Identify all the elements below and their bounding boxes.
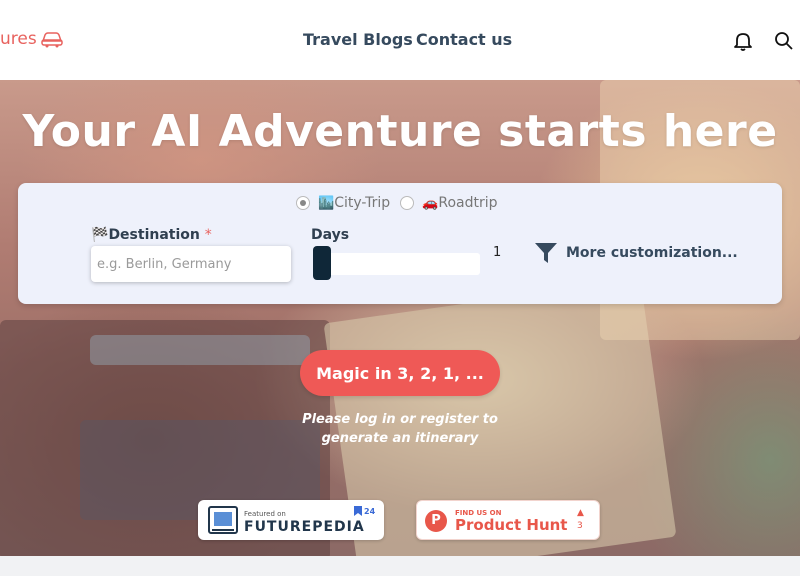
hero-title: Your AI Adventure starts here <box>22 106 778 157</box>
footer-strip <box>0 556 800 576</box>
login-note-line1: Please log in or register to <box>302 412 498 427</box>
city-trip-label[interactable]: 🏙️City-Trip <box>318 195 390 211</box>
futurepedia-logo-icon <box>208 506 238 534</box>
checkered-flag-icon: 🏁 <box>91 227 109 243</box>
destination-label: 🏁Destination * <box>91 227 212 243</box>
logo-text: ures <box>0 29 37 49</box>
car-logo-icon <box>40 32 63 48</box>
trip-type-selector: 🏙️City-Trip 🚗Roadtrip <box>296 195 508 211</box>
futurepedia-name: FUTUREPEDIA <box>244 519 365 535</box>
nav-contact-us[interactable]: Contact us <box>416 30 512 49</box>
required-mark: * <box>204 227 212 243</box>
site-header: ures Travel Blogs Contact us <box>0 0 800 80</box>
site-logo[interactable]: ures <box>0 29 64 49</box>
login-note: Please log in or register to generate an… <box>250 410 550 448</box>
producthunt-badge[interactable]: P FIND US ON Product Hunt ▲ 3 <box>416 500 600 540</box>
days-label: Days <box>311 227 350 243</box>
radio-city-trip[interactable] <box>296 196 310 210</box>
producthunt-name: Product Hunt <box>455 516 568 534</box>
days-slider-thumb[interactable] <box>313 246 331 280</box>
bell-icon[interactable] <box>732 30 754 52</box>
days-value: 1 <box>493 245 502 260</box>
city-icon: 🏙️ <box>318 196 335 211</box>
hero-section: Your AI Adventure starts here 🏙️City-Tri… <box>0 80 800 556</box>
bookmark-icon <box>354 506 362 516</box>
hero-background-detail <box>90 335 310 365</box>
more-customization-label: More customization... <box>566 245 738 261</box>
nav-travel-blogs[interactable]: Travel Blogs <box>303 30 413 49</box>
producthunt-logo-icon: P <box>425 510 447 532</box>
car-icon: 🚗 <box>422 196 439 211</box>
producthunt-count: 3 <box>577 521 583 531</box>
roadtrip-text: Roadtrip <box>438 195 498 211</box>
destination-input[interactable] <box>91 246 291 282</box>
upvote-arrow-icon: ▲ <box>577 508 584 518</box>
filter-icon <box>535 243 557 263</box>
futurepedia-featured-text: Featured on <box>244 510 286 518</box>
city-trip-text: City-Trip <box>334 195 391 211</box>
destination-label-text: Destination <box>108 227 200 243</box>
login-note-line2: generate an itinerary <box>321 431 479 446</box>
days-slider-track[interactable] <box>314 253 480 275</box>
search-icon[interactable] <box>773 30 795 52</box>
trip-form-panel: 🏙️City-Trip 🚗Roadtrip 🏁Destination * Day… <box>18 183 782 304</box>
futurepedia-badge[interactable]: Featured on FUTUREPEDIA 24 <box>198 500 384 540</box>
futurepedia-count: 24 <box>364 507 376 516</box>
magic-generate-button[interactable]: Magic in 3, 2, 1, ... <box>300 350 500 396</box>
roadtrip-label[interactable]: 🚗Roadtrip <box>422 195 497 211</box>
radio-roadtrip[interactable] <box>400 196 415 210</box>
more-customization-button[interactable]: More customization... <box>534 241 738 265</box>
